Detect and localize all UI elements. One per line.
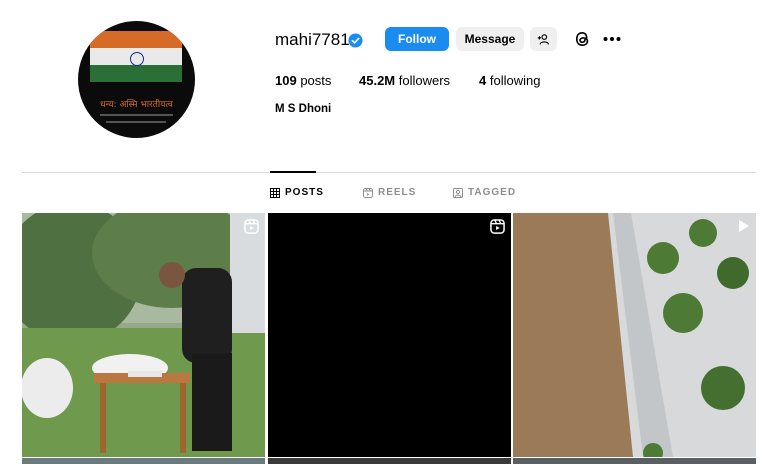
following-count: 4 <box>479 73 487 88</box>
posts-count: 109 <box>275 73 297 88</box>
flag-graphic <box>90 31 182 83</box>
suggested-users-button[interactable] <box>530 27 557 51</box>
avatar-decoration <box>106 121 166 123</box>
followers-stat[interactable]: 45.2M followers <box>359 73 450 88</box>
reels-icon <box>363 187 373 198</box>
active-tab-indicator <box>270 171 316 173</box>
profile-full-name: M S Dhoni <box>275 103 332 115</box>
posts-stat: 109 posts <box>275 73 331 88</box>
post-tile[interactable] <box>268 458 511 464</box>
tab-tagged-label: TAGGED <box>468 187 517 198</box>
following-label: following <box>489 73 541 88</box>
post-tile[interactable] <box>268 213 511 457</box>
reel-indicator-icon <box>244 219 259 234</box>
post-thumbnail-outdoor-dogs <box>22 213 265 457</box>
follow-button[interactable]: Follow <box>385 27 449 51</box>
tab-posts-label: POSTS <box>285 187 324 198</box>
followers-label: followers <box>398 73 451 88</box>
avatar-decoration <box>100 114 173 116</box>
post-tile[interactable] <box>513 213 756 457</box>
tab-posts[interactable]: POSTS <box>270 187 324 198</box>
following-stat[interactable]: 4 following <box>479 73 540 88</box>
profile-avatar[interactable]: धन्य: अस्मि भारतीयत्व <box>78 21 195 138</box>
grid-icon <box>270 187 280 198</box>
tagged-icon <box>453 187 463 198</box>
threads-icon[interactable] <box>573 29 592 49</box>
tab-tagged[interactable]: TAGGED <box>453 187 516 198</box>
tab-reels[interactable]: REELS <box>363 187 416 198</box>
followers-count: 45.2M <box>359 73 396 88</box>
more-options-icon[interactable] <box>603 36 621 42</box>
tab-reels-label: REELS <box>378 187 417 198</box>
verified-badge-icon <box>348 33 363 48</box>
post-tile[interactable] <box>22 458 265 464</box>
message-button[interactable]: Message <box>456 27 524 51</box>
profile-username: mahi7781 <box>275 30 350 49</box>
posts-label: posts <box>300 73 332 88</box>
post-thumbnail-strawberry-field <box>513 213 756 457</box>
video-indicator-icon <box>739 220 749 232</box>
post-tile[interactable] <box>22 213 265 457</box>
add-user-icon <box>537 33 549 45</box>
tabs-divider <box>22 172 756 173</box>
post-tile[interactable] <box>513 458 756 464</box>
reel-indicator-icon <box>490 219 505 234</box>
avatar-text: धन्य: अस्मि भारतीयत्व <box>100 100 173 110</box>
